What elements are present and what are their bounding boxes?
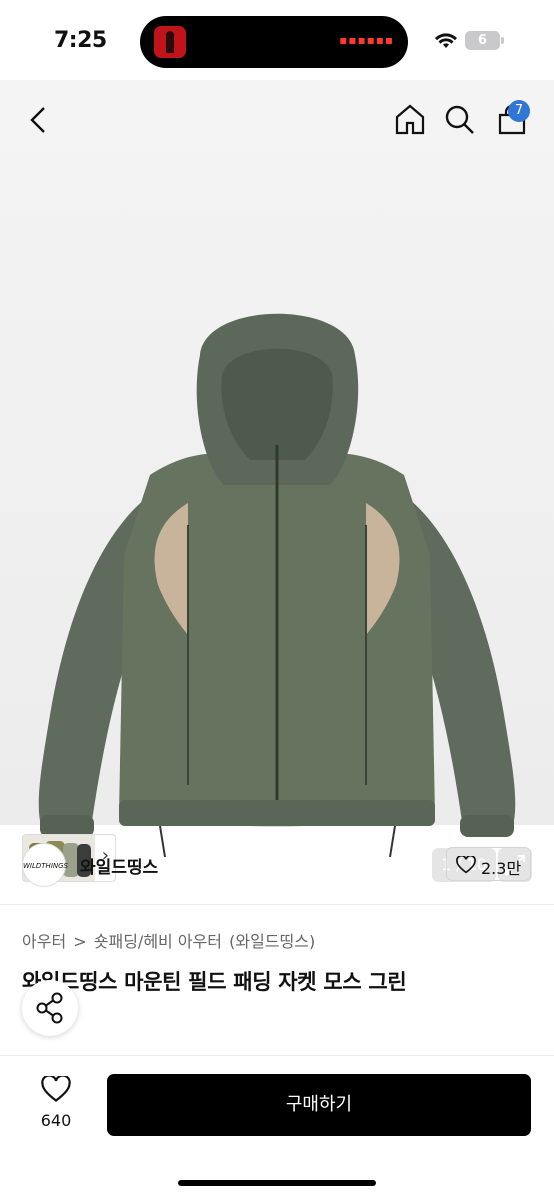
brand-row: WILDTHINGS 와일드띵스 2.3만: [0, 825, 554, 905]
chevron-left-icon: [30, 107, 45, 133]
back-button[interactable]: [26, 104, 50, 140]
breadcrumb-separator: >: [73, 932, 87, 951]
brand-like-button[interactable]: 2.3만: [446, 847, 531, 881]
wishlist-button[interactable]: 640: [30, 1074, 82, 1130]
breadcrumb-item[interactable]: 숏패딩/헤비 아우터: [94, 932, 222, 951]
share-button[interactable]: [22, 980, 78, 1036]
audio-wave-icon: ▪▪▪▪▪▪: [339, 33, 394, 47]
status-bar: 7:25 ▪▪▪▪▪▪ 6: [0, 0, 554, 80]
buy-button[interactable]: 구매하기: [107, 1074, 531, 1136]
home-button[interactable]: [393, 103, 427, 141]
dynamic-island: ▪▪▪▪▪▪: [140, 16, 408, 68]
bottom-bar: 640 구매하기: [0, 1055, 554, 1200]
battery-level: 6: [477, 33, 488, 48]
heart-icon: [41, 1074, 71, 1102]
breadcrumb-item[interactable]: (와일드띵스): [229, 932, 315, 951]
cart-count-badge: 7: [508, 100, 530, 122]
breadcrumb-item[interactable]: 아우터: [22, 932, 66, 951]
wifi-icon: [435, 33, 457, 48]
product-title: 와일드띵스 마운틴 필드 패딩 자켓 모스 그린: [22, 970, 407, 994]
product-image[interactable]: › 1 / 10: [0, 80, 554, 882]
status-time: 7:25: [54, 28, 107, 53]
home-indicator: [178, 1180, 376, 1186]
jacket-image: [38, 313, 516, 858]
brand-like-count: 2.3만: [481, 859, 522, 878]
breadcrumb: 아우터 > 숏패딩/헤비 아우터 (와일드띵스): [22, 928, 317, 952]
share-icon: [36, 992, 63, 1024]
search-button[interactable]: [444, 104, 476, 140]
now-playing-artwork: [154, 26, 186, 58]
search-icon: [445, 105, 474, 134]
home-icon: [395, 104, 425, 135]
brand-logo[interactable]: WILDTHINGS: [22, 843, 68, 887]
wishlist-count: 640: [40, 1111, 72, 1130]
battery-icon: 6: [465, 31, 504, 50]
brand-name[interactable]: 와일드띵스: [80, 853, 158, 878]
heart-icon: [456, 856, 476, 874]
